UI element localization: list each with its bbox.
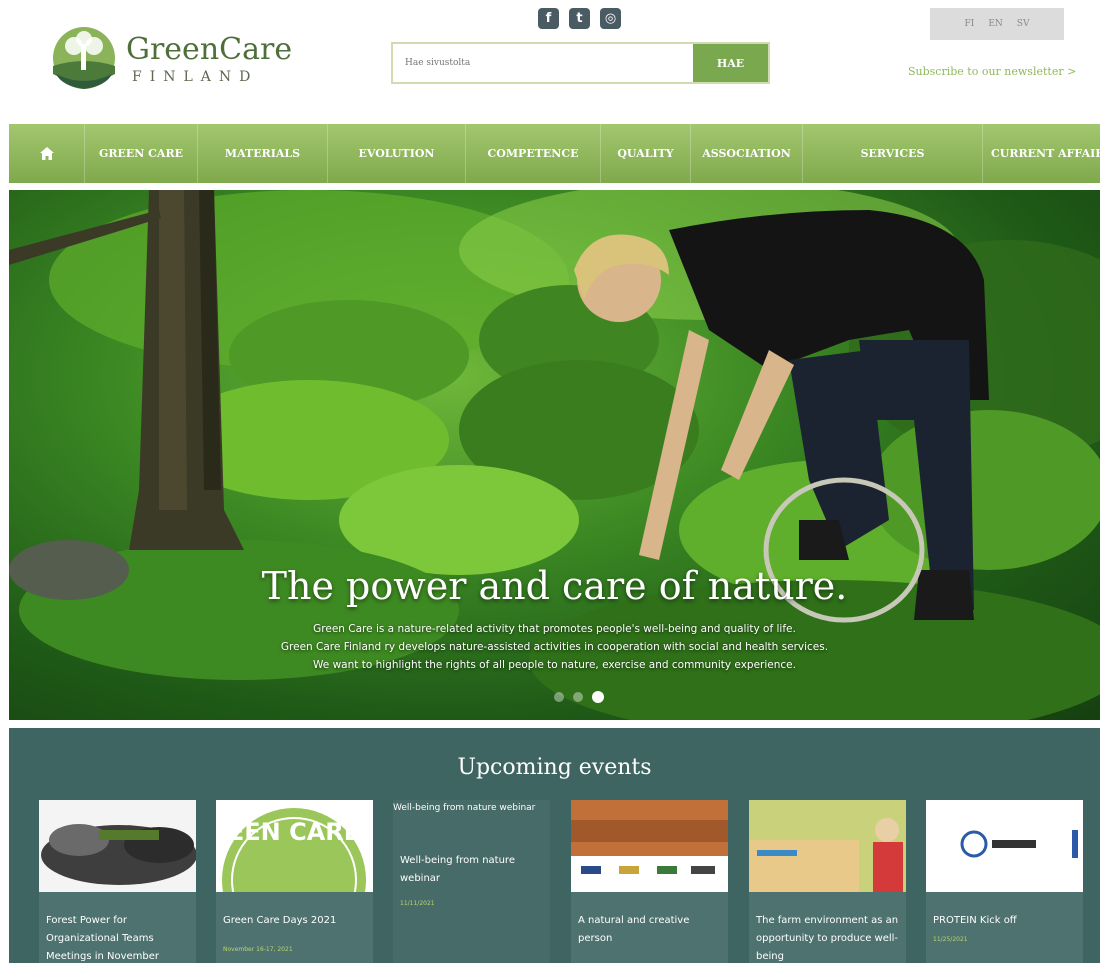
main-nav: GREEN CARE MATERIALS EVOLUTION COMPETENC…: [9, 124, 1100, 183]
hero-title: The power and care of nature.: [261, 564, 848, 608]
hero-description: Green Care is a nature-related activity …: [9, 620, 1100, 674]
broken-image-alt: Well-being from nature webinar: [393, 803, 536, 813]
hero-line: Green Care is a nature-related activity …: [313, 623, 796, 635]
nav-green-care[interactable]: GREEN CARE: [85, 124, 198, 183]
lang-fi[interactable]: FI: [965, 19, 975, 29]
slider-dots: [554, 691, 604, 703]
upcoming-events-section: Upcoming events Forest Power for Organiz…: [9, 728, 1100, 963]
hero-line: Green Care Finland ry develops nature-as…: [280, 641, 829, 653]
event-card[interactable]: Well-being from nature webinar Well-bein…: [393, 800, 550, 963]
event-title[interactable]: Green Care Days 2021: [223, 912, 368, 930]
event-title[interactable]: Well-being from nature webinar: [400, 852, 540, 888]
instagram-icon[interactable]: ◎: [600, 8, 621, 29]
nav-competence[interactable]: COMPETENCE: [466, 124, 601, 183]
nav-association[interactable]: ASSOCIATION: [691, 124, 803, 183]
event-card[interactable]: PROTEIN Kick off 11/25/2021: [926, 800, 1083, 963]
nav-evolution[interactable]: EVOLUTION: [328, 124, 466, 183]
nav-services[interactable]: SERVICES: [803, 124, 983, 183]
hero-slider: The power and care of nature. Green Care…: [9, 190, 1100, 720]
event-date: 11/11/2021: [400, 900, 435, 907]
event-card[interactable]: EEN CARE Green Care Days 2021 November 1…: [216, 800, 373, 963]
event-title[interactable]: The farm environment as an opportunity t…: [756, 912, 901, 963]
home-icon: [39, 147, 54, 160]
search-button[interactable]: HAE: [693, 44, 768, 82]
nav-home[interactable]: [9, 124, 85, 183]
event-title[interactable]: PROTEIN Kick off: [933, 912, 1078, 930]
lang-sv[interactable]: SV: [1017, 19, 1030, 29]
search-form: HAE: [391, 42, 770, 84]
event-date: 11/25/2021: [933, 936, 968, 943]
svg-text:EEN CARE: EEN CARE: [228, 818, 360, 846]
event-title[interactable]: Forest Power for Organizational Teams Me…: [46, 912, 191, 963]
language-switcher: FI EN SV: [930, 8, 1064, 40]
nav-materials[interactable]: MATERIALS: [198, 124, 328, 183]
lang-en[interactable]: EN: [988, 19, 1002, 29]
nav-current-affairs[interactable]: CURRENT AFFAIRS: [983, 124, 1100, 183]
event-image: [926, 800, 1083, 892]
event-date: November 16-17, 2021: [223, 946, 293, 953]
logo-title: GreenCare: [126, 32, 293, 67]
social-links: f t ◎: [538, 8, 621, 29]
event-card[interactable]: A natural and creative person: [571, 800, 728, 963]
event-image: [749, 800, 906, 892]
slider-dot-2[interactable]: [573, 692, 583, 702]
newsletter-link[interactable]: Subscribe to our newsletter >: [908, 65, 1076, 78]
facebook-icon[interactable]: f: [538, 8, 559, 29]
event-image: [39, 800, 196, 892]
site-logo[interactable]: GreenCare FINLAND: [48, 26, 298, 96]
tree-logo-icon: [53, 27, 115, 89]
nav-quality[interactable]: QUALITY: [601, 124, 691, 183]
events-heading: Upcoming events: [457, 755, 652, 780]
logo-subtitle: FINLAND: [132, 69, 259, 85]
event-card[interactable]: Forest Power for Organizational Teams Me…: [39, 800, 196, 963]
event-title[interactable]: A natural and creative person: [578, 912, 723, 948]
search-input[interactable]: [393, 44, 693, 82]
hero-line: We want to highlight the rights of all p…: [313, 659, 796, 671]
event-image: EEN CARE: [216, 800, 373, 892]
slider-dot-1[interactable]: [554, 692, 564, 702]
event-card[interactable]: The farm environment as an opportunity t…: [749, 800, 906, 963]
twitter-icon[interactable]: t: [569, 8, 590, 29]
event-image: [571, 800, 728, 892]
slider-dot-3-active[interactable]: [592, 691, 604, 703]
